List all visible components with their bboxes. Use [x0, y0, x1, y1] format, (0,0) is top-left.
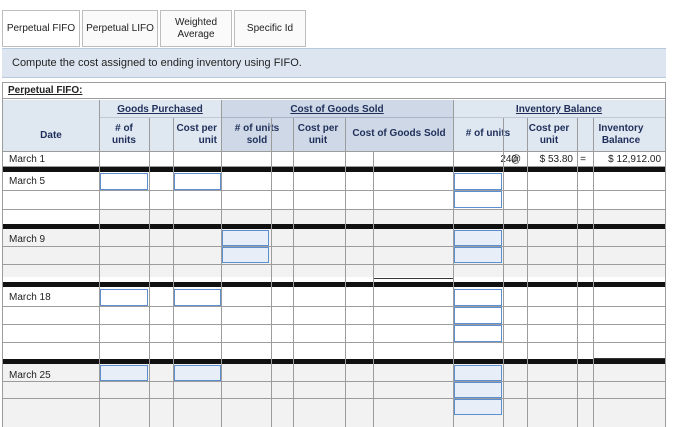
date-header: Date: [40, 130, 62, 141]
section-separator: [3, 167, 665, 172]
tab-perpetual-fifo[interactable]: Perpetual FIFO: [2, 10, 80, 47]
row-shade: [99, 210, 665, 224]
march9-inv-units-input-1[interactable]: [454, 230, 502, 246]
tab-weighted-average[interactable]: Weighted Average: [160, 10, 232, 47]
row-date-march9: March 9: [9, 234, 46, 245]
col-line: [373, 152, 374, 427]
row-line: [3, 190, 665, 191]
march25-purchase-cost-input[interactable]: [174, 365, 221, 381]
row-line: [3, 306, 665, 307]
gp-units-header: # of units: [112, 123, 136, 146]
col-line: [593, 118, 594, 427]
march18-inv-units-input-2[interactable]: [454, 307, 502, 324]
gp-subheader-line: [99, 117, 221, 118]
col-line: [577, 118, 578, 427]
inventory-balance-header: Inventory Balance: [515, 104, 603, 115]
march25-inv-units-input-1[interactable]: [454, 365, 502, 381]
goods-purchased-header: Goods Purchased: [117, 104, 203, 115]
col-line: [453, 100, 454, 427]
cogs-subheader-line: [221, 117, 453, 118]
row-line: [3, 324, 665, 325]
march1-equals: =: [580, 154, 586, 165]
col-line: [527, 118, 528, 427]
col-line: [271, 118, 272, 427]
march25-inv-units-input-3[interactable]: [454, 399, 502, 415]
march18-inv-units-input-3[interactable]: [454, 325, 502, 342]
row-line: [3, 342, 665, 343]
march5-purchase-cost-input[interactable]: [174, 173, 221, 190]
inv-units-header: # of units: [465, 128, 511, 139]
col-line: [173, 118, 174, 427]
march18-inv-units-input-1[interactable]: [454, 289, 502, 306]
row-date-march1: March 1: [9, 154, 46, 165]
row-shade: [3, 229, 665, 277]
march9-sold-units-input-1[interactable]: [222, 230, 269, 246]
march5-purchase-units-input[interactable]: [100, 173, 148, 190]
cogs-total-header: Cost of Goods Sold: [352, 128, 446, 139]
cogs-group-header: Cost of Goods Sold: [290, 104, 384, 115]
march5-inv-units-input-2[interactable]: [454, 191, 502, 208]
row-line: [3, 398, 665, 399]
tab-specific-id[interactable]: Specific Id: [234, 10, 306, 47]
date-header-bg: [3, 100, 99, 152]
gp-cost-header: Cost per unit: [176, 123, 217, 146]
cogs-total-underline: [373, 278, 453, 279]
inv-cost-header: Cost per unit: [528, 123, 570, 146]
row-date-march5: March 5: [9, 176, 46, 187]
march18-purchase-cost-input[interactable]: [174, 289, 221, 306]
march1-balance: $ 12,912.00: [608, 154, 661, 165]
col-line: [293, 118, 294, 427]
inv-balance-header: Inventory Balance: [598, 123, 644, 146]
col-line: [99, 100, 100, 427]
cogs-cost-header: Cost per unit: [297, 123, 339, 146]
sheet-title: Perpetual FIFO:: [3, 82, 665, 99]
row-date-march25: March 25: [9, 370, 51, 381]
section-separator: [3, 282, 665, 287]
march9-inv-units-input-2[interactable]: [454, 247, 502, 263]
row-date-march18: March 18: [9, 292, 51, 303]
fifo-worksheet: Perpetual FIFO: Date Goods Purchased # o…: [2, 82, 666, 427]
march18-purchase-units-input[interactable]: [100, 289, 148, 306]
march5-inv-units-input-1[interactable]: [454, 173, 502, 190]
march1-cost: $ 53.80: [539, 154, 573, 165]
col-line: [149, 118, 150, 427]
row-line: [3, 246, 665, 247]
march25-purchase-units-input[interactable]: [100, 365, 148, 381]
cogs-units-header: # of units sold: [234, 123, 280, 146]
march25-inv-units-input-2[interactable]: [454, 382, 502, 398]
march1-at-sign: @: [510, 154, 522, 165]
col-line: [503, 118, 504, 427]
col-line: [221, 100, 222, 427]
inv-subheader-line: [453, 117, 665, 118]
tab-perpetual-lifo[interactable]: Perpetual LIFO: [82, 10, 158, 47]
row-line: [3, 264, 665, 265]
tab-bar: Perpetual FIFO Perpetual LIFO Weighted A…: [2, 10, 308, 47]
instruction-text: Compute the cost assigned to ending inve…: [2, 48, 666, 78]
header-divider: [3, 151, 665, 152]
march9-sold-units-input-2[interactable]: [222, 247, 269, 263]
col-line: [345, 118, 346, 427]
row-line: [3, 381, 665, 382]
